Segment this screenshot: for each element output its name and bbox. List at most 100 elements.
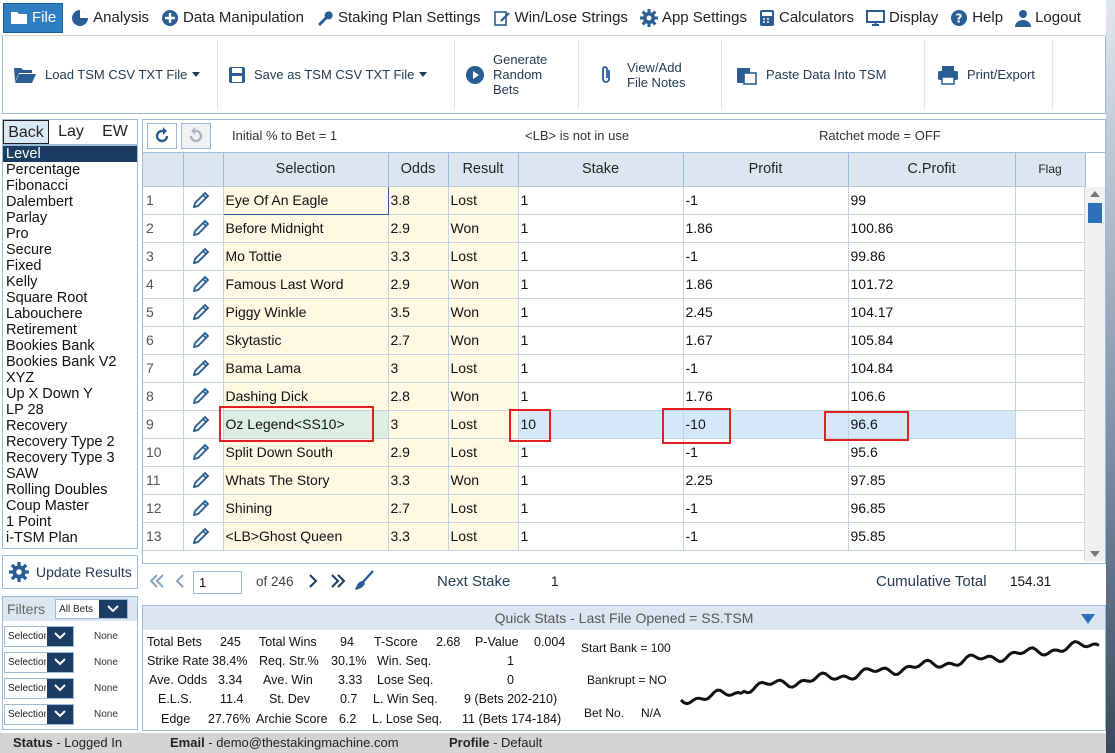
cell-stake[interactable]: 1 [518, 186, 684, 215]
plan-item[interactable]: Pro [3, 226, 137, 242]
prev-page-icon[interactable] [174, 573, 186, 589]
table-row[interactable]: 10 Split Down South 2.9 Lost 1 -1 95.6 [143, 438, 1105, 467]
cell-flag[interactable] [1015, 466, 1086, 495]
edit-row-button[interactable] [183, 214, 224, 243]
cell-flag[interactable] [1015, 410, 1086, 439]
table-row[interactable]: 2 Before Midnight 2.9 Won 1 1.86 100.86 [143, 214, 1105, 243]
edit-row-button[interactable] [183, 382, 224, 411]
cell-selection[interactable]: Bama Lama [223, 354, 389, 383]
edit-row-button[interactable] [183, 410, 224, 439]
cell-cprofit[interactable]: 96.85 [848, 494, 1016, 523]
plan-item[interactable]: Rolling Doubles [3, 482, 137, 498]
cell-result[interactable]: Lost [448, 186, 519, 215]
cell-result[interactable]: Won [448, 382, 519, 411]
cell-stake[interactable]: 1 [518, 438, 684, 467]
cell-flag[interactable] [1015, 494, 1086, 523]
edit-row-button[interactable] [183, 466, 224, 495]
plan-item[interactable]: XYZ [3, 370, 137, 386]
cell-profit[interactable]: 1.76 [683, 382, 849, 411]
menu-calculators[interactable]: Calculators [753, 3, 860, 33]
plan-item[interactable]: Coup Master [3, 498, 137, 514]
menu-staking-plan-settings[interactable]: Staking Plan Settings [310, 3, 487, 33]
table-row[interactable]: 13 <LB>Ghost Queen 3.3 Lost 1 -1 95.85 [143, 522, 1105, 551]
filter-value[interactable]: None [94, 657, 118, 668]
cell-result[interactable]: Lost [448, 354, 519, 383]
filter-value[interactable]: None [94, 631, 118, 642]
menu-display[interactable]: Display [860, 3, 944, 33]
cell-flag[interactable] [1015, 326, 1086, 355]
plan-item[interactable]: Level [3, 146, 137, 162]
brush-icon[interactable] [353, 570, 375, 592]
cell-selection[interactable]: Mo Tottie [223, 242, 389, 271]
scroll-up-icon[interactable] [1090, 191, 1100, 197]
plan-item[interactable]: Up X Down Y [3, 386, 137, 402]
cell-profit[interactable]: 1.86 [683, 214, 849, 243]
redo-button[interactable] [181, 123, 211, 149]
filter-field-select[interactable]: Selection [4, 625, 74, 647]
plan-item[interactable]: Secure [3, 242, 137, 258]
table-row[interactable]: 3 Mo Tottie 3.3 Lost 1 -1 99.86 [143, 242, 1105, 271]
filter-field-select[interactable]: Selection [4, 651, 74, 673]
cell-result[interactable]: Won [448, 270, 519, 299]
cell-profit[interactable]: 2.25 [683, 466, 849, 495]
plan-item[interactable]: Kelly [3, 274, 137, 290]
scroll-thumb[interactable] [1088, 203, 1102, 223]
plan-item[interactable]: Parlay [3, 210, 137, 226]
cell-result[interactable]: Won [448, 298, 519, 327]
table-row[interactable]: 4 Famous Last Word 2.9 Won 1 1.86 101.72 [143, 270, 1105, 299]
cell-odds[interactable]: 3.3 [388, 242, 449, 271]
quick-stats-header[interactable]: Quick Stats - Last File Opened = SS.TSM [143, 606, 1105, 630]
plan-item[interactable]: Recovery [3, 418, 137, 434]
cell-selection[interactable]: Skytastic [223, 326, 389, 355]
col-result[interactable]: Result [448, 153, 519, 187]
cell-result[interactable]: Lost [448, 410, 519, 439]
update-results-button[interactable]: Update Results [2, 555, 138, 589]
scroll-down-icon[interactable] [1090, 551, 1100, 557]
cell-cprofit[interactable]: 99 [848, 186, 1016, 215]
cell-cprofit[interactable]: 106.6 [848, 382, 1016, 411]
cell-profit[interactable]: 2.45 [683, 298, 849, 327]
edit-row-button[interactable] [183, 270, 224, 299]
plan-item[interactable]: Recovery Type 3 [3, 450, 137, 466]
cell-cprofit[interactable]: 97.85 [848, 466, 1016, 495]
all-bets-select[interactable]: All Bets [55, 599, 129, 619]
load-file-button[interactable]: Load TSM CSV TXT File [3, 39, 218, 110]
cell-stake[interactable]: 1 [518, 242, 684, 271]
cell-profit[interactable]: -1 [683, 522, 849, 551]
table-row[interactable]: 5 Piggy Winkle 3.5 Won 1 2.45 104.17 [143, 298, 1105, 327]
cell-cprofit[interactable]: 99.86 [848, 242, 1016, 271]
cell-stake[interactable]: 1 [518, 270, 684, 299]
cell-flag[interactable] [1015, 298, 1086, 327]
edit-row-button[interactable] [183, 298, 224, 327]
plan-item[interactable]: Fixed [3, 258, 137, 274]
cell-flag[interactable] [1015, 382, 1086, 411]
col-selection[interactable]: Selection [223, 153, 389, 187]
tab-lay[interactable]: Lay [49, 120, 93, 144]
cell-odds[interactable]: 3.5 [388, 298, 449, 327]
edit-row-button[interactable] [183, 354, 224, 383]
cell-cprofit[interactable]: 100.86 [848, 214, 1016, 243]
cell-flag[interactable] [1015, 438, 1086, 467]
cell-cprofit[interactable]: 105.84 [848, 326, 1016, 355]
cell-stake[interactable]: 1 [518, 298, 684, 327]
cell-result[interactable]: Lost [448, 438, 519, 467]
cell-odds[interactable]: 2.7 [388, 326, 449, 355]
cell-stake[interactable]: 1 [518, 466, 684, 495]
plan-item[interactable]: Dalembert [3, 194, 137, 210]
menu-file[interactable]: File [3, 2, 64, 33]
cell-profit[interactable]: -1 [683, 494, 849, 523]
cell-stake[interactable]: 1 [518, 326, 684, 355]
cell-profit[interactable]: -1 [683, 186, 849, 215]
cell-profit[interactable]: -1 [683, 354, 849, 383]
cell-result[interactable]: Lost [448, 494, 519, 523]
cell-odds[interactable]: 3.3 [388, 466, 449, 495]
last-page-icon[interactable] [330, 573, 346, 589]
menu-app-settings[interactable]: App Settings [634, 3, 753, 33]
filter-value[interactable]: None [94, 709, 118, 720]
cell-stake[interactable]: 1 [518, 214, 684, 243]
table-row[interactable]: 12 Shining 2.7 Lost 1 -1 96.85 [143, 494, 1105, 523]
cell-odds[interactable]: 3 [388, 354, 449, 383]
cell-selection[interactable]: Famous Last Word [223, 270, 389, 299]
cell-stake[interactable]: 1 [518, 354, 684, 383]
plan-item[interactable]: Square Root [3, 290, 137, 306]
